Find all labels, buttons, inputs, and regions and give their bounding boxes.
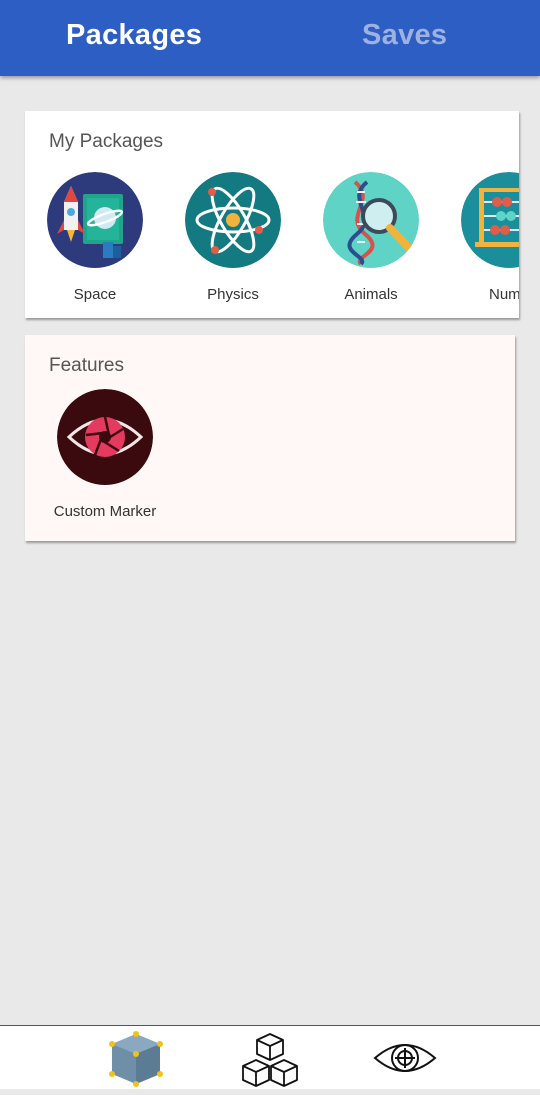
- package-label: Space: [73, 286, 117, 303]
- top-app-bar: Packages Saves: [0, 0, 540, 76]
- feature-label: Custom Marker: [53, 503, 157, 520]
- package-label: Numb: [488, 286, 519, 303]
- my-packages-card: My Packages Space Physics Animals Num: [25, 111, 519, 318]
- tab-packages[interactable]: Packages: [66, 19, 202, 52]
- package-numbers[interactable]: Numb: [454, 172, 519, 303]
- eye-target-icon[interactable]: [372, 1030, 438, 1091]
- atom-icon: [185, 172, 281, 268]
- space-rocket-planet-icon: [47, 172, 143, 268]
- eye-aperture-icon: [57, 389, 153, 485]
- abacus-icon: [461, 172, 519, 268]
- cubes-stack-icon[interactable]: [236, 1030, 304, 1095]
- cube-icon[interactable]: [106, 1030, 166, 1093]
- package-label: Physics: [207, 286, 259, 303]
- features-card: Features Custom Marker: [25, 335, 515, 541]
- package-space[interactable]: Space: [40, 172, 150, 303]
- features-title: Features: [49, 355, 124, 376]
- package-animals[interactable]: Animals: [316, 172, 426, 303]
- bottom-nav: [0, 1025, 540, 1089]
- my-packages-title: My Packages: [49, 131, 164, 152]
- package-label: Animals: [344, 286, 398, 303]
- dna-magnifier-icon: [323, 172, 419, 268]
- tab-saves[interactable]: Saves: [362, 19, 447, 52]
- feature-custom-marker[interactable]: Custom Marker: [35, 389, 175, 520]
- package-physics[interactable]: Physics: [178, 172, 288, 303]
